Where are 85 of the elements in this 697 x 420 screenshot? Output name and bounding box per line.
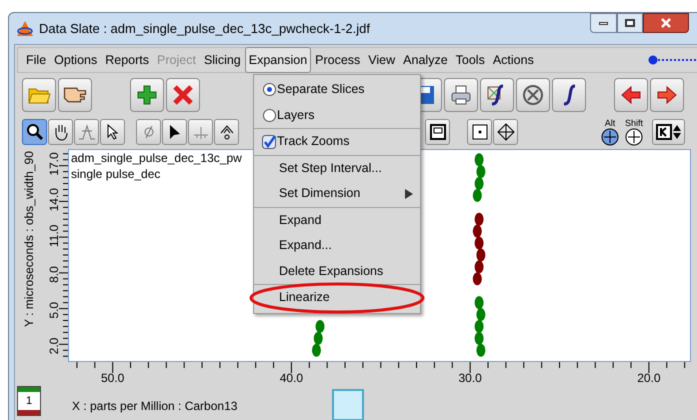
toolbar-button[interactable] <box>614 78 648 112</box>
menu-title[interactable]: Actions <box>488 46 538 74</box>
legend-number: 1 <box>24 394 34 409</box>
minimize-icon <box>599 22 608 24</box>
plus-icon <box>135 83 159 107</box>
frame-icon <box>428 123 446 141</box>
submenu-arrow-icon <box>404 188 414 199</box>
axis-label: 2.0 <box>47 338 61 354</box>
menu-title[interactable]: Expansion <box>244 46 312 74</box>
legend-stripe <box>18 410 40 415</box>
menu-item[interactable]: Delete Expansions <box>279 262 384 281</box>
crosshair-toggle-icon[interactable] <box>625 128 643 146</box>
progress-line-icon <box>648 55 697 65</box>
right-arrow-icon <box>655 83 679 107</box>
crosshair-icon <box>496 123 514 141</box>
menu-title[interactable]: File <box>22 46 50 74</box>
maximize-button[interactable] <box>617 13 643 33</box>
tool-button[interactable] <box>214 119 239 145</box>
tool-button[interactable] <box>22 119 47 145</box>
menu-item[interactable]: Expand <box>279 210 322 230</box>
axis-label: 14.0 <box>47 188 61 212</box>
left-arrow-icon <box>619 83 643 107</box>
printer-icon <box>449 83 473 107</box>
dot-square-icon <box>470 123 488 141</box>
radio-button[interactable] <box>262 83 276 96</box>
app-logo-icon <box>16 20 34 38</box>
hand-icon <box>63 87 87 103</box>
axis-label: 17.0 <box>47 152 61 176</box>
radio-button[interactable] <box>262 108 276 122</box>
toolbar-button[interactable] <box>516 78 550 112</box>
legend-stripe <box>18 387 40 392</box>
tool-button[interactable] <box>100 119 125 145</box>
menu-title[interactable]: Reports <box>101 46 154 74</box>
axis-title: X : parts per Million : Carbon13 <box>72 398 238 415</box>
k-box-icon <box>656 124 672 140</box>
menu-item[interactable]: Linearize <box>279 288 330 308</box>
axis-label: 11.0 <box>47 224 61 248</box>
axis-label: 50.0 <box>101 371 124 384</box>
menu-item[interactable]: Track Zooms <box>277 132 350 152</box>
plot-label: adm_single_pulse_dec_13c_pw <box>71 151 242 165</box>
crosshair-toggle-icon[interactable] <box>601 128 619 146</box>
toolbar-button[interactable] <box>444 78 478 112</box>
menu-title[interactable]: Analyze <box>399 46 452 74</box>
menu-item[interactable]: Layers <box>277 106 315 125</box>
axis-label: 5.0 <box>47 302 61 319</box>
tool-button[interactable] <box>493 119 518 145</box>
menu-title[interactable]: View <box>364 46 400 74</box>
menu-item[interactable]: Expand... <box>279 236 332 256</box>
cross-icon <box>171 83 195 107</box>
scale-button[interactable] <box>652 119 685 145</box>
menu-title[interactable]: Tools <box>452 46 489 74</box>
modifier-label: Alt <box>604 118 616 128</box>
menu-title[interactable]: Options <box>50 46 102 74</box>
toolbar-button[interactable] <box>58 78 92 112</box>
tool-button[interactable] <box>162 119 187 145</box>
peak-icon <box>78 123 96 141</box>
menu-title[interactable]: Process <box>311 46 364 74</box>
tool-button[interactable] <box>48 119 73 145</box>
magnifier-icon <box>26 123 44 141</box>
close-icon <box>661 18 671 28</box>
peak-arrow-icon <box>218 123 236 141</box>
axis-label: 30.0 <box>458 371 482 384</box>
toolbar-button[interactable] <box>480 78 514 112</box>
toolbar-button[interactable] <box>130 78 164 112</box>
close-button[interactable] <box>643 13 689 33</box>
axis-label: 8.0 <box>47 266 61 283</box>
axis-title: Y : microseconds : obs_width_90 <box>22 151 36 327</box>
axis-label: 20.0 <box>637 371 661 384</box>
menu-item[interactable]: Set Dimension <box>279 184 360 204</box>
menu-item[interactable]: Separate Slices <box>277 80 365 100</box>
menu-item[interactable]: Set Step Interval... <box>279 158 382 178</box>
toolbar-button[interactable] <box>650 78 684 112</box>
tool-button[interactable] <box>425 119 450 145</box>
plot-label: single pulse_dec <box>71 167 160 181</box>
circle-cross-icon <box>521 83 545 107</box>
window-title: Data Slate : adm_single_pulse_dec_13c_pwcheck-1-2.jdf <box>39 20 370 38</box>
modifier-label: Shift <box>624 118 643 128</box>
scroll-thumb[interactable] <box>332 389 364 420</box>
maximize-icon <box>625 19 635 27</box>
tool-button[interactable] <box>467 119 492 145</box>
menu-title[interactable]: Slicing <box>200 46 245 74</box>
minimize-button[interactable] <box>590 13 617 33</box>
toolbar-button[interactable] <box>552 78 586 112</box>
axis-label: 40.0 <box>280 371 304 384</box>
checkbox[interactable] <box>262 134 276 149</box>
